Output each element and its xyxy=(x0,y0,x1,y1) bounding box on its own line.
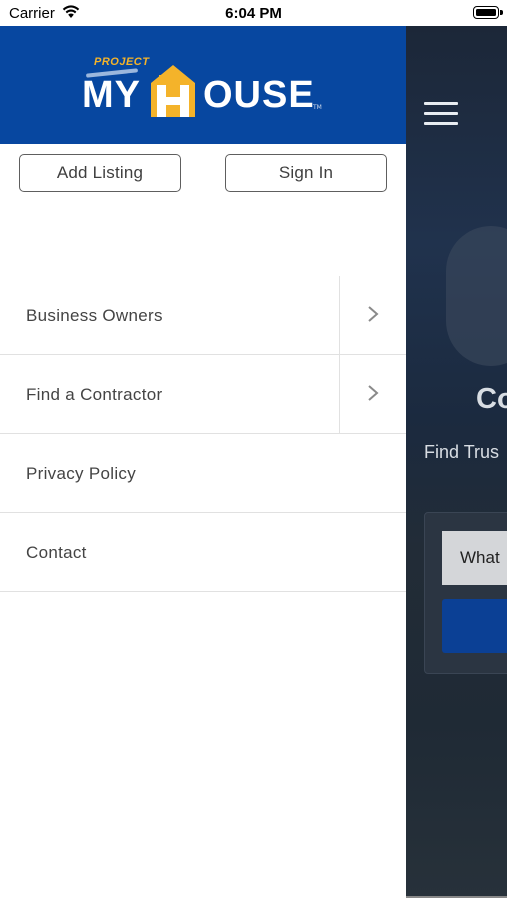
menu-item-label: Privacy Policy xyxy=(26,464,137,483)
expand-business-owners[interactable] xyxy=(339,276,406,354)
hamburger-icon[interactable] xyxy=(424,102,458,126)
logo-house-icon xyxy=(151,65,195,117)
background-title: Co xyxy=(476,383,507,415)
logo-trademark: TM xyxy=(313,104,322,111)
menu-item-privacy-policy[interactable]: Privacy Policy xyxy=(0,434,406,513)
menu-item-label: Contact xyxy=(26,543,87,562)
add-listing-button[interactable]: Add Listing xyxy=(19,154,181,192)
project-my-house-logo[interactable]: PROJECT MY OUSE TM xyxy=(82,56,327,124)
background-photo xyxy=(446,226,507,366)
menu-item-label: Business Owners xyxy=(26,306,163,325)
clock: 6:04 PM xyxy=(225,5,282,22)
background-subtitle: Find Trus xyxy=(424,442,500,462)
expand-find-a-contractor[interactable] xyxy=(339,355,406,433)
drawer-menu: Business Owners Find a Contractor Privac… xyxy=(0,276,406,592)
drawer-header: PROJECT MY OUSE TM xyxy=(0,26,406,144)
chevron-right-icon xyxy=(368,306,379,322)
chevron-right-icon xyxy=(368,385,379,401)
background-search-button[interactable] xyxy=(442,599,507,653)
menu-item-contact[interactable]: Contact xyxy=(0,513,406,592)
sign-in-button[interactable]: Sign In xyxy=(225,154,387,192)
home-indicator xyxy=(406,896,507,898)
logo-word-right: OUSE xyxy=(203,74,315,116)
logo-word-left: MY xyxy=(82,74,141,116)
background-screen: Co Find Trus What xyxy=(406,26,507,898)
menu-item-find-a-contractor[interactable]: Find a Contractor xyxy=(0,355,406,434)
status-bar: Carrier 6:04 PM xyxy=(0,0,507,26)
menu-item-label: Find a Contractor xyxy=(26,385,163,404)
side-drawer: PROJECT MY OUSE TM Add Listing Sign In B… xyxy=(0,26,406,900)
logo-project-text: PROJECT xyxy=(94,56,150,68)
menu-item-business-owners[interactable]: Business Owners xyxy=(0,276,406,355)
background-search-input[interactable]: What xyxy=(442,531,507,585)
battery-icon xyxy=(473,6,503,19)
